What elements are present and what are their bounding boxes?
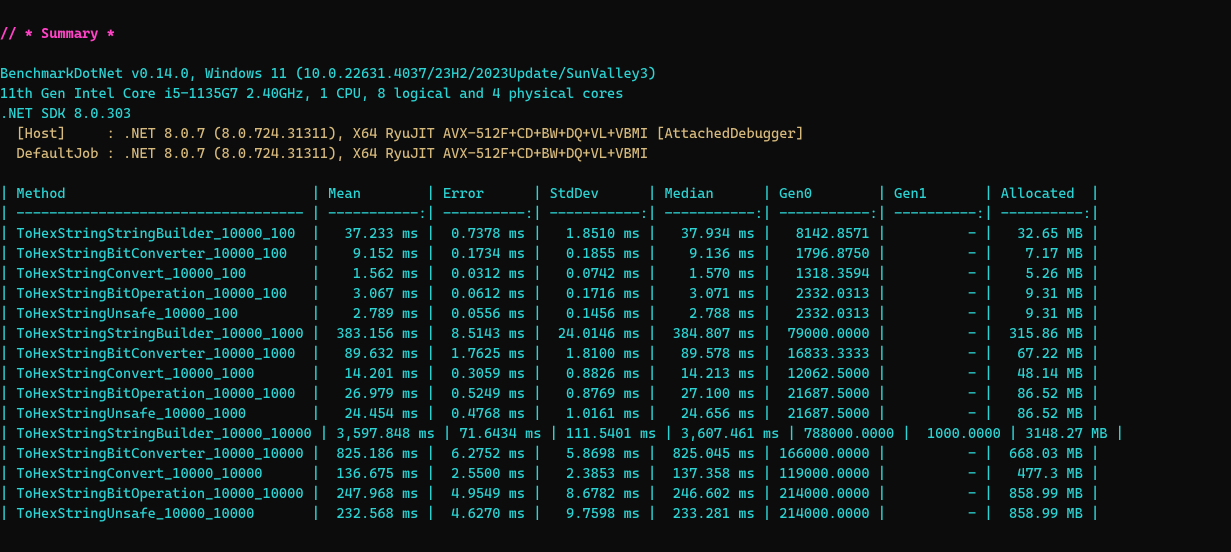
summary-comment: // * Summary * <box>0 26 115 42</box>
terminal: // * Summary * BenchmarkDotNet v0.14.0, … <box>0 0 1231 552</box>
env-line-3: .NET SDK 8.0.303 <box>0 106 131 122</box>
env-line-2: 11th Gen Intel Core i5-1135G7 2.40GHz, 1… <box>0 86 623 102</box>
env-line-1: BenchmarkDotNet v0.14.0, Windows 11 (10.… <box>0 66 656 82</box>
benchmark-table: | Method | Mean | Error | StdDev | Media… <box>0 186 1124 522</box>
env-line-4: [Host] : .NET 8.0.7 (8.0.724.31311), X64… <box>0 126 804 142</box>
env-line-5: DefaultJob : .NET 8.0.7 (8.0.724.31311),… <box>0 146 648 162</box>
